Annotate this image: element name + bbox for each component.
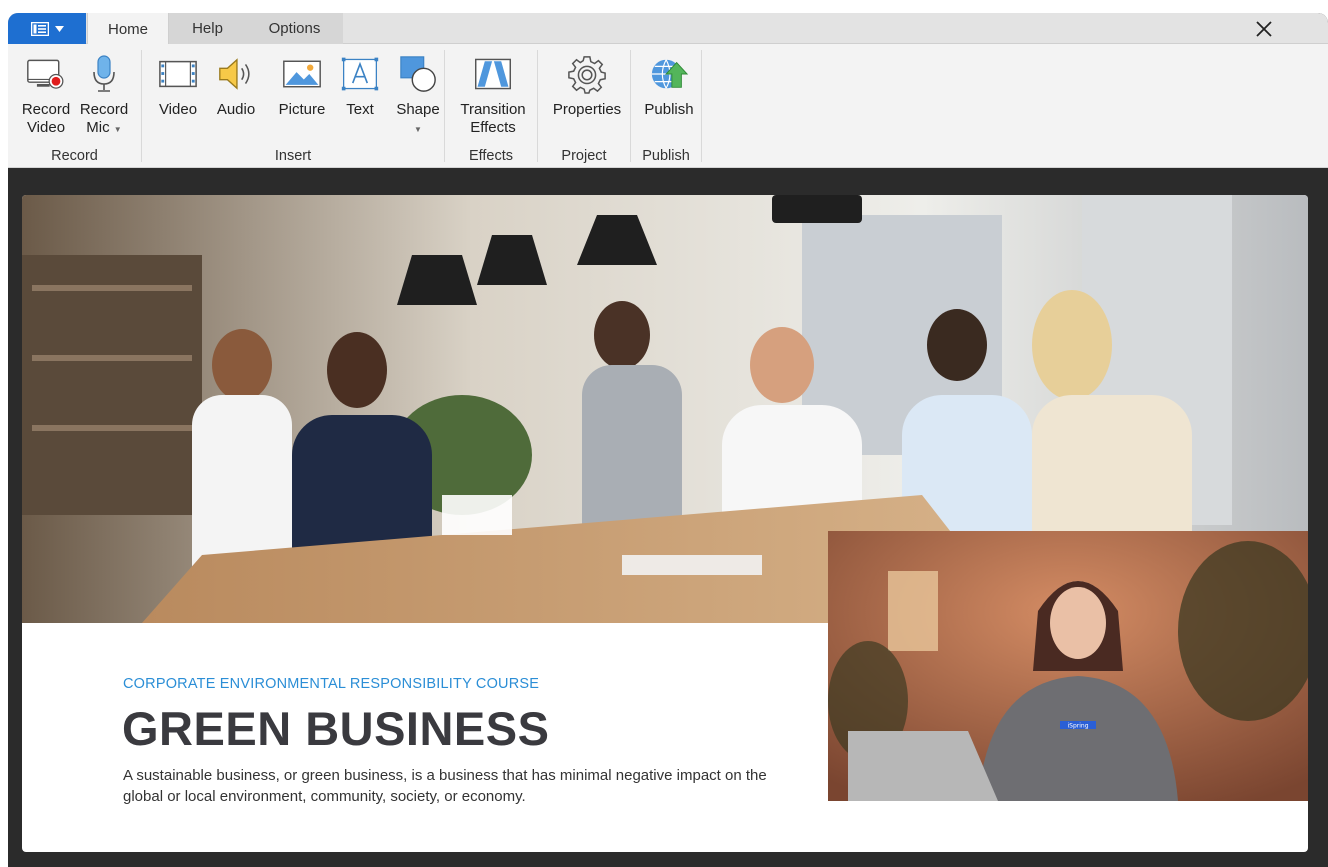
microphone-icon bbox=[93, 55, 115, 92]
tab-options[interactable]: Options bbox=[246, 13, 343, 44]
shape-button[interactable]: Shape ▼ bbox=[392, 54, 444, 137]
publish-button[interactable]: Publish bbox=[637, 54, 701, 119]
group-effects-label: Effects bbox=[468, 148, 514, 164]
chevron-down-icon: ▼ bbox=[414, 125, 422, 134]
tab-help-label: Help bbox=[192, 20, 223, 37]
record-mic-label-2: Mic bbox=[86, 119, 110, 136]
slide-description: A sustainable business, or green busines… bbox=[123, 767, 767, 805]
close-icon bbox=[1256, 21, 1272, 37]
tab-help[interactable]: Help bbox=[169, 13, 246, 44]
app-menu-icon bbox=[30, 21, 49, 36]
app-menu-button[interactable] bbox=[8, 13, 86, 44]
slide-title: GREEN BUSINESS bbox=[122, 702, 550, 755]
chevron-down-icon bbox=[54, 25, 64, 32]
ribbon: Record Video Record Mic ▼ Record Video A… bbox=[8, 44, 1328, 168]
properties-button[interactable]: Properties bbox=[545, 54, 629, 119]
group-effects: Transition Effects Effects bbox=[445, 44, 537, 168]
transition-label-1: Transition bbox=[460, 101, 526, 118]
course-tag: CORPORATE ENVIRONMENTAL RESPONSIBILITY C… bbox=[123, 676, 540, 692]
audio-label: Audio bbox=[216, 101, 256, 118]
properties-label: Properties bbox=[552, 101, 622, 118]
presenter-badge: iSpring bbox=[1067, 723, 1088, 730]
group-insert: Video Audio Picture Text Shape ▼ Insert bbox=[142, 44, 444, 168]
shape-label: Shape bbox=[396, 101, 440, 118]
group-project: Properties Project bbox=[538, 44, 630, 168]
record-video-label-2: Video bbox=[26, 119, 66, 136]
tab-home-label: Home bbox=[107, 20, 148, 38]
transition-label-2: Effects bbox=[470, 119, 516, 136]
text-label: Text bbox=[346, 101, 374, 118]
transition-effects-button[interactable]: Transition Effects bbox=[453, 54, 533, 137]
chevron-down-icon: ▼ bbox=[113, 125, 122, 134]
audio-button[interactable]: Audio bbox=[212, 54, 260, 119]
transition-icon bbox=[475, 58, 511, 90]
group-record: Record Video Record Mic ▼ Record bbox=[8, 44, 141, 168]
video-label: Video bbox=[158, 101, 198, 118]
group-publish-label: Publish bbox=[642, 148, 690, 164]
record-mic-button[interactable]: Record Mic ▼ bbox=[78, 54, 130, 139]
tab-options-label: Options bbox=[268, 20, 321, 37]
presenter-video: iSpring bbox=[828, 531, 1308, 801]
group-divider bbox=[701, 50, 702, 162]
group-project-label: Project bbox=[561, 148, 607, 164]
picture-icon bbox=[283, 60, 321, 88]
gear-icon bbox=[568, 56, 606, 94]
slide[interactable]: iSpring CORPORATE ENVIRONMENTAL RESPONSI… bbox=[22, 195, 1308, 852]
publish-globe-icon bbox=[651, 59, 689, 89]
picture-button[interactable]: Picture bbox=[270, 54, 334, 119]
record-video-button[interactable]: Record Video bbox=[18, 54, 74, 137]
picture-label: Picture bbox=[278, 101, 326, 118]
text-box-icon bbox=[341, 57, 379, 91]
film-icon bbox=[159, 60, 197, 88]
record-video-label-1: Record bbox=[21, 101, 71, 118]
video-button[interactable]: Video bbox=[154, 54, 202, 119]
record-video-icon bbox=[27, 59, 64, 89]
tab-home[interactable]: Home bbox=[87, 13, 169, 45]
slide-canvas: iSpring CORPORATE ENVIRONMENTAL RESPONSI… bbox=[8, 168, 1328, 867]
close-button[interactable] bbox=[1252, 17, 1276, 41]
text-button[interactable]: Text bbox=[338, 54, 382, 119]
group-publish: Publish Publish bbox=[631, 44, 701, 168]
shape-icon bbox=[400, 56, 436, 92]
speaker-icon bbox=[219, 58, 250, 90]
group-record-label: Record bbox=[51, 148, 98, 164]
tab-bar: Home Help Options bbox=[8, 13, 1328, 45]
publish-label: Publish bbox=[644, 101, 694, 118]
record-mic-label-1: Record bbox=[79, 101, 129, 118]
group-insert-label: Insert bbox=[274, 148, 312, 164]
app-window: Home Help Options Record Video Record Mi… bbox=[8, 13, 1328, 867]
